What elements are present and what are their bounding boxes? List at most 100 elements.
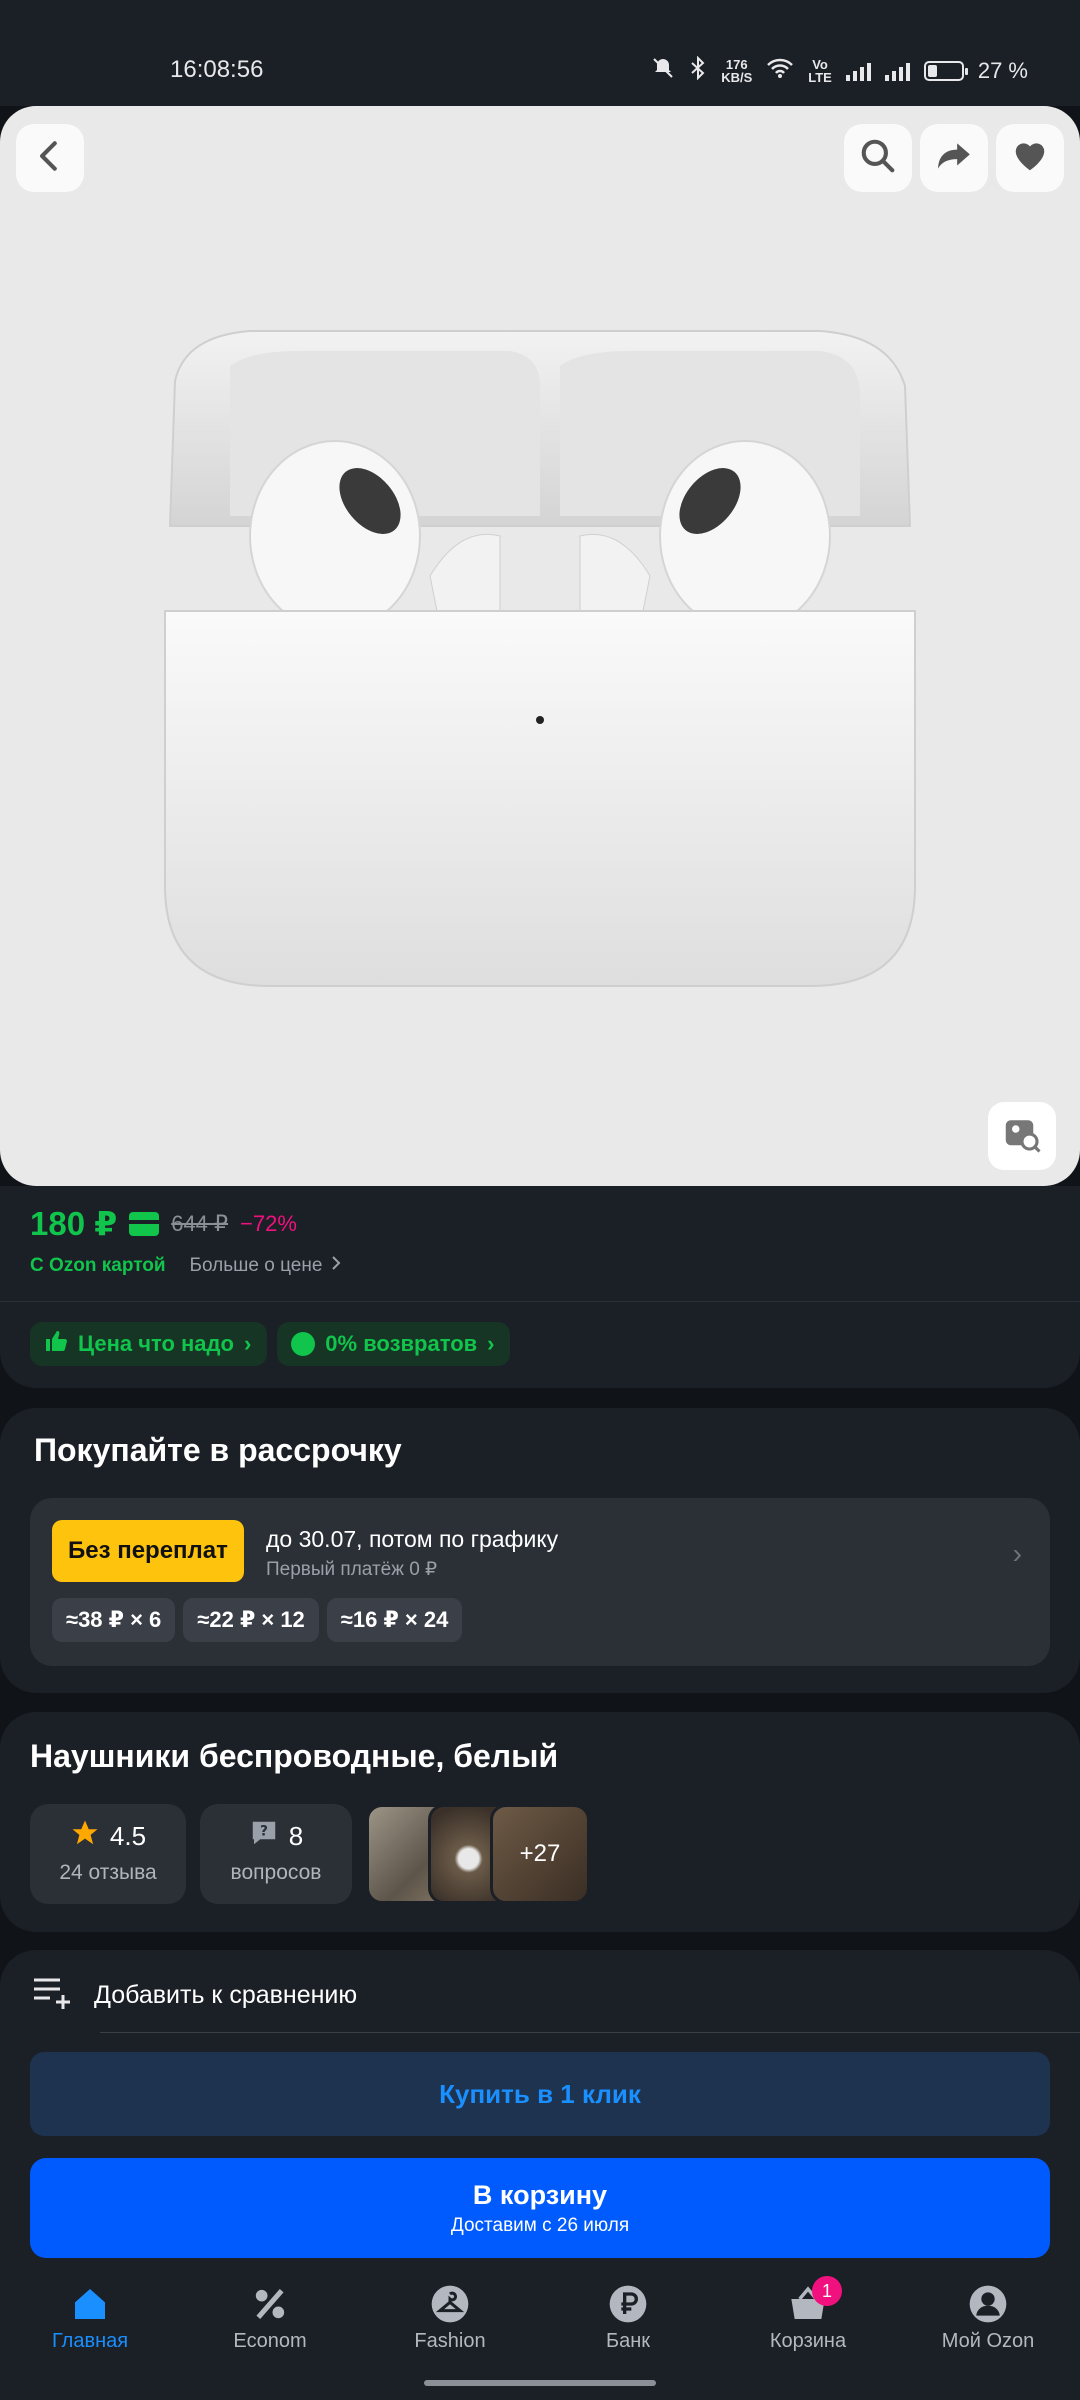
compare-label: Добавить к сравнению: [94, 1981, 358, 2009]
divider: [100, 2032, 1080, 2033]
more-about-price-label: Больше о цене: [189, 1255, 323, 1276]
price-old: 644 ₽: [171, 1210, 229, 1236]
good-price-label: Цена что надо: [78, 1331, 234, 1356]
delivery-date: Доставим с 26 июля: [450, 2214, 630, 2236]
nav-bank[interactable]: Банк: [548, 2284, 708, 2353]
installment-option-12[interactable]: ≈22 ₽ × 12: [183, 1598, 319, 1642]
status-time: 16:08:56: [170, 56, 264, 83]
nav-bank-label: Банк: [605, 2330, 651, 2352]
rating-value: 4.5: [109, 1821, 147, 1851]
installment-option-6[interactable]: ≈38 ₽ × 6: [52, 1598, 176, 1642]
wifi-icon: [766, 57, 794, 85]
installment-options: ≈38 ₽ × 6 ≈22 ₽ × 12 ≈16 ₽ × 24: [52, 1598, 463, 1642]
status-bar: 16:08:56 176 KB/S Vo LTE 27 %: [0, 0, 1080, 106]
share-button[interactable]: [920, 124, 988, 192]
star-icon: [70, 1818, 100, 1855]
network-speed: 176 KB/S: [721, 58, 752, 84]
reviews-count: 24 отзыва: [59, 1861, 157, 1884]
nav-fashion[interactable]: Fashion: [370, 2284, 530, 2353]
zero-returns-label: 0% возвратов: [325, 1331, 478, 1356]
price-row: 180 ₽ 644 ₽ −72%: [30, 1204, 297, 1243]
airpods-illustration: [164, 330, 916, 987]
questions-box[interactable]: ? 8 вопросов: [200, 1804, 352, 1904]
visual-search-button[interactable]: [988, 1102, 1056, 1170]
nav-econom-label: Econom: [233, 2330, 307, 2352]
rating-box[interactable]: 4.5 24 отзыва: [30, 1804, 186, 1904]
installment-offer[interactable]: Без переплат до 30.07, потом по графику …: [30, 1498, 1050, 1666]
back-icon: [31, 137, 69, 180]
battery-percent: 27 %: [977, 58, 1028, 83]
chevron-right-icon: ›: [243, 1331, 252, 1356]
product-image[interactable]: [0, 106, 1080, 1186]
no-overpay-badge: Без переплат: [52, 1520, 244, 1582]
search-icon: [859, 137, 897, 180]
price-current: 180 ₽: [30, 1205, 118, 1242]
nav-cart[interactable]: 1 Корзина: [728, 2276, 888, 2353]
volte-indicator: Vo LTE: [808, 58, 832, 84]
back-button[interactable]: [16, 124, 84, 192]
percent-icon: [250, 2284, 290, 2324]
basket-icon: 1: [788, 2276, 842, 2324]
home-icon: [70, 2284, 110, 2324]
battery-icon: [923, 61, 968, 81]
product-title: Наушники беспроводные, белый: [30, 1738, 559, 1774]
volte-lte: LTE: [808, 70, 832, 85]
price-sub: С Ozon картой Больше о цене: [30, 1254, 342, 1278]
signal-icon-2: [884, 61, 910, 81]
ozon-card-label: С Ozon картой: [30, 1255, 166, 1276]
questions-label: вопросов: [230, 1861, 322, 1884]
questions-count: 8: [288, 1821, 304, 1851]
add-to-cart-button[interactable]: В корзину Доставим с 26 июля: [30, 2158, 1050, 2258]
more-photos[interactable]: +27: [490, 1804, 590, 1904]
returns-icon: [291, 1332, 316, 1356]
visual-search-icon: [1002, 1114, 1042, 1159]
network-speed-unit: KB/S: [721, 70, 753, 85]
home-indicator[interactable]: [424, 2380, 656, 2386]
cart-bar: В корзину Доставим с 26 июля: [0, 2150, 1080, 2270]
chevron-right-icon: ›: [487, 1331, 495, 1356]
hanger-icon: [430, 2284, 470, 2324]
more-about-price-link[interactable]: Больше о цене: [190, 1254, 343, 1278]
signal-icon: [845, 61, 871, 81]
nav-home[interactable]: Главная: [10, 2284, 170, 2353]
mute-icon: [651, 56, 675, 86]
status-icons: 176 KB/S Vo LTE 27 %: [651, 55, 1028, 86]
search-button[interactable]: [844, 124, 912, 192]
price-discount: −72%: [240, 1210, 297, 1236]
actions-card: Добавить к сравнению Купить в 1 клик: [0, 1950, 1080, 2150]
cart-badge: 1: [812, 2276, 842, 2306]
nav-home-label: Главная: [51, 2330, 129, 2352]
profile-icon: [968, 2284, 1008, 2324]
favorite-button[interactable]: [996, 124, 1064, 192]
question-icon: ?: [249, 1818, 279, 1855]
installment-terms: до 30.07, потом по графику: [266, 1526, 559, 1552]
installment-first-payment: Первый платёж 0 ₽: [266, 1559, 438, 1580]
nav-my-ozon-label: Мой Ozon: [941, 2330, 1035, 2352]
price-card: 180 ₽ 644 ₽ −72% С Ozon картой Больше о …: [0, 1186, 1080, 1388]
divider: [0, 1301, 1080, 1302]
product-info-card: Наушники беспроводные, белый 4.5 24 отзы…: [0, 1712, 1080, 1932]
installment-option-24[interactable]: ≈16 ₽ × 24: [326, 1598, 463, 1642]
nav-fashion-label: Fashion: [414, 2330, 486, 2352]
installment-card: Покупайте в рассрочку Без переплат до 30…: [0, 1408, 1080, 1693]
price-chips: Цена что надо › 0% возвратов ›: [30, 1322, 511, 1366]
good-price-chip[interactable]: Цена что надо ›: [30, 1322, 268, 1366]
svg-text:?: ?: [260, 1824, 268, 1840]
thumbs-up-icon: [44, 1329, 68, 1359]
share-icon: [935, 137, 973, 180]
more-photos-count: +27: [519, 1840, 561, 1867]
nav-cart-label: Корзина: [769, 2330, 847, 2352]
chevron-right-icon: ›: [1012, 1538, 1022, 1569]
nav-econom[interactable]: Econom: [190, 2284, 350, 2353]
compare-list-icon: [30, 1972, 74, 2019]
add-to-compare[interactable]: Добавить к сравнению: [30, 1972, 357, 2019]
buy-one-click-button[interactable]: Купить в 1 клик: [30, 2052, 1050, 2136]
ozon-card-icon: [129, 1211, 160, 1236]
bluetooth-icon: [689, 55, 707, 86]
nav-my-ozon[interactable]: Мой Ozon: [908, 2284, 1068, 2353]
chevron-right-icon: [330, 1254, 342, 1278]
review-photos[interactable]: +27: [366, 1804, 594, 1904]
heart-icon: [1011, 137, 1049, 180]
ruble-icon: [608, 2284, 648, 2324]
zero-returns-chip[interactable]: 0% возвратов ›: [277, 1322, 511, 1366]
